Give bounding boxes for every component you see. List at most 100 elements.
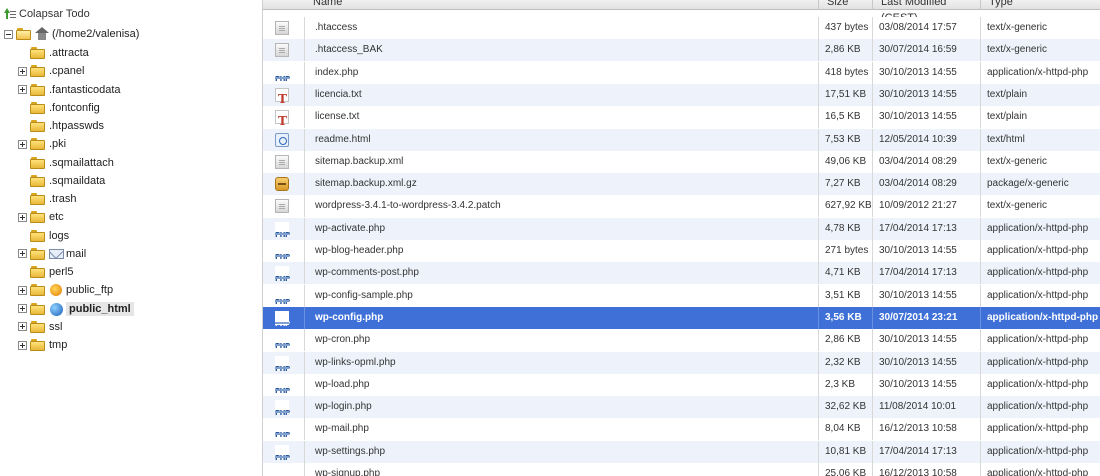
expand-toggle-icon[interactable] bbox=[18, 304, 27, 313]
file-name: wp-settings.php bbox=[305, 440, 819, 463]
tree-item[interactable]: .fantasticodata bbox=[18, 81, 121, 99]
table-row[interactable]: PHP wp-activate.php 4,78 KB 17/04/2014 17:1… bbox=[263, 217, 1100, 240]
php-file-icon: PHP bbox=[275, 221, 290, 239]
table-row[interactable]: PHP wp-comments-post.php 4,71 KB 17/04/2014… bbox=[263, 262, 1100, 285]
file-size: 16,5 KB bbox=[819, 106, 873, 129]
file-icon-cell[interactable]: PHP bbox=[263, 61, 305, 84]
file-icon-cell[interactable] bbox=[263, 128, 305, 151]
expand-toggle-icon[interactable] bbox=[18, 66, 27, 76]
file-icon-cell[interactable]: PHP bbox=[263, 463, 305, 476]
file-icon-cell[interactable]: PHP bbox=[263, 217, 305, 240]
tree-root-label: (/home2/valenisa) bbox=[52, 28, 140, 40]
file-icon-cell[interactable] bbox=[263, 39, 305, 62]
file-icon-cell[interactable]: PHP bbox=[263, 440, 305, 463]
tree-item-label: .sqmailattach bbox=[49, 156, 114, 169]
tree-item[interactable]: logs bbox=[18, 227, 69, 245]
tree-item[interactable]: .fontconfig bbox=[18, 99, 100, 117]
file-modified: 12/05/2014 10:39 bbox=[873, 128, 981, 151]
tree-item[interactable]: perl5 bbox=[18, 263, 73, 281]
table-row[interactable]: sitemap.backup.xml.gz 7,27 KB 03/04/2014 0… bbox=[263, 173, 1100, 196]
file-icon-cell[interactable]: PHP bbox=[263, 240, 305, 262]
tree-root[interactable]: (/home2/valenisa) bbox=[4, 25, 139, 43]
collapse-all-button[interactable]: Colapsar Todo bbox=[4, 6, 90, 22]
file-modified: 16/12/2013 10:58 bbox=[873, 418, 981, 441]
table-row[interactable]: wordpress-3.4.1-to-wordpress-3.4.2.patch… bbox=[263, 195, 1100, 218]
file-icon-cell[interactable] bbox=[263, 173, 305, 196]
column-header-size[interactable]: Size bbox=[819, 0, 873, 10]
table-row[interactable]: PHP wp-load.php 2,3 KB 30/10/2013 14:55 appl… bbox=[263, 373, 1100, 396]
table-row[interactable]: Tlicencia.txt 17,51 KB 30/10/2013 14:55 tex… bbox=[263, 83, 1100, 106]
tree-item-label: logs bbox=[49, 229, 70, 242]
file-icon-cell[interactable]: T bbox=[263, 106, 305, 129]
table-row[interactable]: PHP wp-settings.php 10,81 KB 17/04/2014 17:… bbox=[263, 440, 1100, 463]
file-icon-cell[interactable]: T bbox=[263, 83, 305, 106]
file-size: 32,62 KB bbox=[819, 396, 873, 419]
table-row[interactable]: PHP wp-cron.php 2,86 KB 30/10/2013 14:55 app… bbox=[263, 329, 1100, 352]
tree-item[interactable]: .sqmaildata bbox=[18, 172, 105, 190]
file-size: 17,51 KB bbox=[819, 83, 873, 106]
folder-tree-panel: Colapsar Todo (/home2/valenisa) .attract… bbox=[0, 0, 262, 476]
table-row[interactable]: readme.html 7,53 KB 12/05/2014 10:39 text/h… bbox=[263, 128, 1100, 151]
table-row[interactable]: Tlicense.txt 16,5 KB 30/10/2013 14:55 text/… bbox=[263, 106, 1100, 129]
file-modified: 30/07/2014 16:59 bbox=[873, 39, 981, 62]
file-icon-cell[interactable]: PHP bbox=[263, 373, 305, 396]
table-row[interactable]: PHP wp-mail.php 8,04 KB 16/12/2013 10:58 app… bbox=[263, 418, 1100, 441]
file-icon-cell[interactable] bbox=[263, 150, 305, 173]
archive-file-icon bbox=[275, 177, 289, 192]
column-header-name[interactable]: Name bbox=[305, 0, 819, 10]
tree-item[interactable]: .attracta bbox=[18, 44, 89, 62]
file-icon-cell[interactable]: PHP bbox=[263, 351, 305, 374]
file-icon-cell[interactable]: PHP bbox=[263, 262, 305, 285]
file-icon-cell[interactable]: PHP bbox=[263, 306, 305, 329]
file-size: 8,04 KB bbox=[819, 418, 873, 441]
file-size: 7,27 KB bbox=[819, 173, 873, 196]
tree-item[interactable]: .trash bbox=[18, 190, 77, 208]
table-header: Name Size Last Modified (CEST) Type bbox=[263, 0, 1100, 24]
tree-item[interactable]: .htpasswds bbox=[18, 117, 104, 135]
file-type: application/x-httpd-php bbox=[987, 378, 1089, 390]
generic-file-icon bbox=[275, 43, 289, 58]
tree-item[interactable]: .pki bbox=[18, 135, 66, 153]
expand-toggle-icon[interactable] bbox=[18, 249, 27, 259]
table-row[interactable]: PHP wp-config.php 3,56 KB 30/07/2014 23:21 a… bbox=[263, 306, 1100, 329]
file-icon-cell[interactable]: PHP bbox=[263, 284, 305, 307]
table-row[interactable]: PHP wp-links-opml.php 2,32 KB 30/10/2013 14… bbox=[263, 351, 1100, 374]
file-name: wp-mail.php bbox=[305, 418, 819, 441]
table-row[interactable]: .htaccess 437 bytes 03/08/2014 17:57 text/x… bbox=[263, 17, 1100, 39]
table-row[interactable]: .htaccess_BAK 2,86 KB 30/07/2014 16:59 text… bbox=[263, 39, 1100, 62]
column-header-modified[interactable]: Last Modified (CEST) bbox=[873, 0, 981, 24]
expand-toggle-icon[interactable] bbox=[18, 212, 27, 222]
collapse-toggle-icon[interactable] bbox=[4, 29, 13, 39]
tree-item[interactable]: tmp bbox=[18, 336, 67, 354]
tree-item[interactable]: public_ftp bbox=[18, 281, 113, 299]
expand-toggle-icon[interactable] bbox=[18, 85, 27, 94]
file-icon-cell[interactable]: PHP bbox=[263, 329, 305, 352]
table-row[interactable]: PHP wp-signup.php25,06 KB16/12/2013 10:58… bbox=[263, 463, 1100, 476]
expand-toggle-icon[interactable] bbox=[18, 139, 27, 149]
expand-toggle-icon[interactable] bbox=[18, 285, 27, 295]
file-modified: 03/04/2014 08:29 bbox=[873, 150, 981, 173]
file-icon-cell[interactable] bbox=[263, 17, 305, 39]
tree-item[interactable]: ssl bbox=[18, 318, 62, 336]
file-icon-cell[interactable]: PHP bbox=[263, 418, 305, 441]
ftp-icon bbox=[49, 283, 64, 297]
table-row[interactable]: sitemap.backup.xml 49,06 KB 03/04/2014 08:… bbox=[263, 150, 1100, 173]
file-name: wp-cron.php bbox=[305, 329, 819, 352]
tree-item[interactable]: .cpanel bbox=[18, 62, 84, 80]
file-icon-cell[interactable] bbox=[263, 195, 305, 218]
tree-item[interactable]: etc bbox=[18, 208, 64, 226]
table-row[interactable]: PHP index.php 418 bytes 30/10/2013 14:55 app… bbox=[263, 61, 1100, 84]
file-icon-cell[interactable]: PHP bbox=[263, 396, 305, 419]
column-header-type[interactable]: Type bbox=[981, 0, 1100, 10]
file-size: 2,3 KB bbox=[819, 373, 873, 396]
table-row[interactable]: PHP wp-login.php 32,62 KB 11/08/2014 10:01 a… bbox=[263, 396, 1100, 419]
tree-item[interactable]: .sqmailattach bbox=[18, 154, 114, 172]
table-row[interactable]: PHP wp-config-sample.php 3,51 KB 30/10/2013… bbox=[263, 284, 1100, 307]
file-modified: 10/09/2012 21:27 bbox=[873, 195, 981, 218]
table-row[interactable]: PHP wp-blog-header.php 271 bytes 30/10/2013… bbox=[263, 240, 1100, 262]
expand-toggle-icon[interactable] bbox=[18, 322, 27, 332]
file-modified: 11/08/2014 10:01 bbox=[873, 396, 981, 419]
expand-toggle-icon[interactable] bbox=[18, 340, 27, 350]
tree-item[interactable]: public_html bbox=[18, 300, 134, 318]
tree-item[interactable]: mail bbox=[18, 245, 86, 263]
